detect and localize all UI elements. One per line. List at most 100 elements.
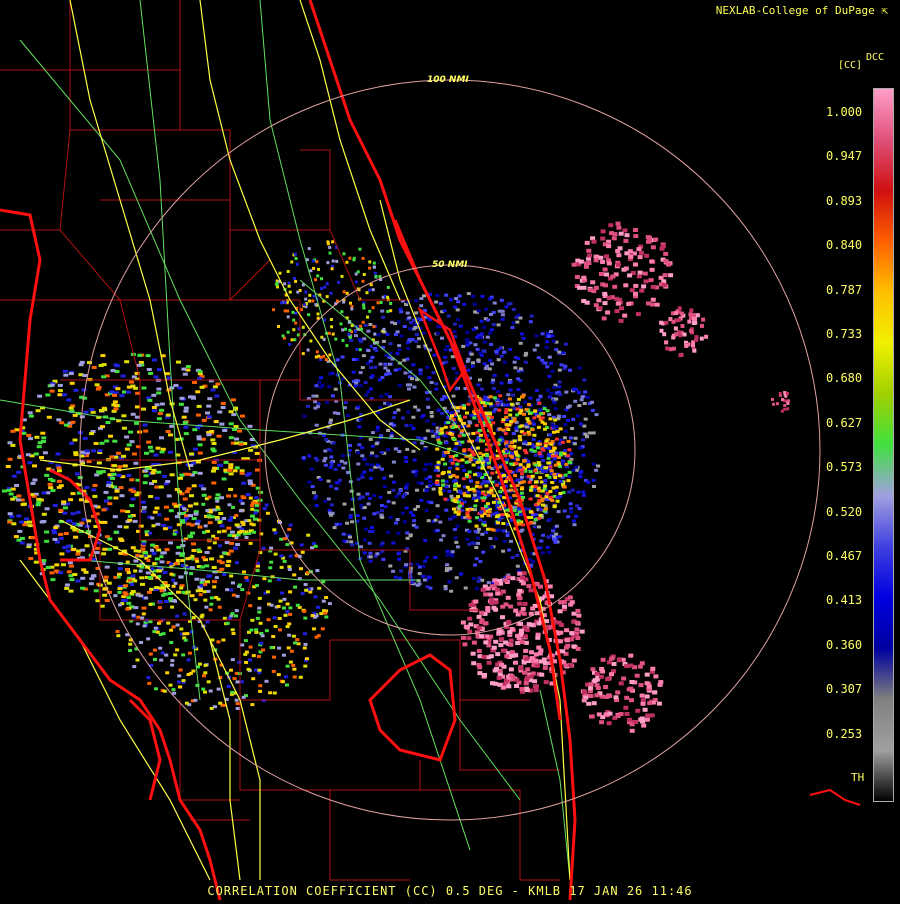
radar-echo [405, 447, 410, 451]
radar-echo [335, 259, 339, 263]
radar-echo [418, 368, 423, 372]
radar-echo [604, 254, 609, 259]
radar-echo [72, 438, 78, 442]
radar-echo [508, 408, 513, 412]
radar-echo [187, 504, 193, 508]
radar-echo [359, 324, 363, 328]
radar-echo [627, 273, 633, 278]
radar-echo [405, 311, 410, 315]
radar-echo [136, 491, 142, 495]
radar-echo [226, 494, 232, 498]
radar-echo [404, 486, 409, 490]
radar-echo [398, 307, 403, 311]
radar-echo [519, 424, 524, 428]
radar-echo [229, 541, 234, 545]
radar-echo [778, 392, 782, 395]
radar-echo [444, 569, 449, 573]
radar-echo [16, 494, 22, 498]
radar-echo [456, 300, 461, 304]
radar-echo [250, 504, 255, 508]
radar-echo [457, 434, 462, 438]
radar-echo [520, 528, 525, 532]
radar-echo [176, 590, 181, 594]
radar-echo [160, 651, 165, 655]
radar-echo [645, 713, 651, 718]
radar-echo [513, 474, 518, 478]
radar-echo [397, 348, 402, 352]
radar-echo [488, 654, 494, 659]
radar-echo [191, 517, 197, 521]
radar-echo [28, 414, 34, 418]
radar-echo [559, 623, 565, 627]
radar-echo [519, 640, 525, 645]
radar-echo [466, 636, 472, 641]
radar-echo [567, 595, 573, 600]
radar-echo [636, 274, 642, 279]
radar-echo [293, 252, 297, 256]
radar-echo [476, 493, 481, 497]
radar-echo [491, 605, 497, 610]
radar-echo [73, 388, 79, 392]
radar-echo [151, 552, 156, 556]
radar-echo [101, 552, 107, 556]
radar-echo [204, 551, 210, 554]
radar-echo [114, 404, 119, 408]
radar-echo [154, 586, 160, 590]
radar-echo [174, 562, 179, 565]
radar-echo [473, 493, 477, 497]
legend-tick-label: 0.947 [826, 149, 863, 164]
radar-echo [175, 614, 180, 618]
radar-echo [622, 313, 628, 318]
radar-echo [232, 534, 237, 538]
radar-echo [515, 484, 520, 487]
radar-echo [307, 480, 312, 484]
radar-echo [167, 450, 173, 454]
radar-echo [314, 504, 319, 508]
radar-echo [568, 502, 573, 506]
radar-echo [527, 403, 531, 407]
radar-echo [574, 468, 579, 472]
legend-tick-label: 0.680 [826, 371, 863, 386]
radar-echo [471, 640, 477, 645]
radar-echo [552, 385, 557, 389]
radar-echo [388, 395, 393, 399]
radar-echo [460, 464, 465, 468]
radar-echo [58, 536, 64, 540]
radar-echo [143, 429, 149, 433]
radar-echo [645, 235, 651, 240]
radar-echo [474, 557, 479, 561]
radar-echo [590, 408, 595, 412]
radar-echo [41, 512, 47, 516]
radar-echo [508, 348, 513, 351]
radar-echo [426, 575, 431, 579]
radar-echo [315, 350, 319, 354]
radar-echo [290, 338, 294, 342]
radar-echo [653, 674, 659, 679]
radar-echo [197, 451, 203, 455]
radar-echo [494, 666, 500, 671]
radar-echo [440, 457, 445, 461]
radar-echo [600, 260, 606, 264]
radar-echo [57, 469, 62, 473]
radar-echo [260, 634, 265, 638]
radar-echo [299, 543, 304, 547]
radar-echo [374, 442, 379, 446]
radar-echo [465, 494, 470, 498]
radar-echo [429, 381, 434, 384]
radar-echo [499, 637, 505, 642]
radar-echo [562, 604, 567, 609]
radar-echo [564, 390, 569, 394]
radar-echo [532, 525, 537, 529]
radar-echo [304, 290, 308, 294]
radar-echo [414, 299, 419, 303]
radar-echo [559, 453, 563, 457]
radar-echo [349, 301, 352, 305]
radar-echo [70, 492, 76, 496]
radar-echo [380, 515, 385, 519]
radar-echo [444, 485, 449, 489]
radar-echo [278, 271, 282, 275]
radar-echo [674, 311, 679, 315]
radar-echo [429, 411, 434, 414]
radar-echo [323, 611, 328, 615]
radar-echo [435, 466, 440, 470]
